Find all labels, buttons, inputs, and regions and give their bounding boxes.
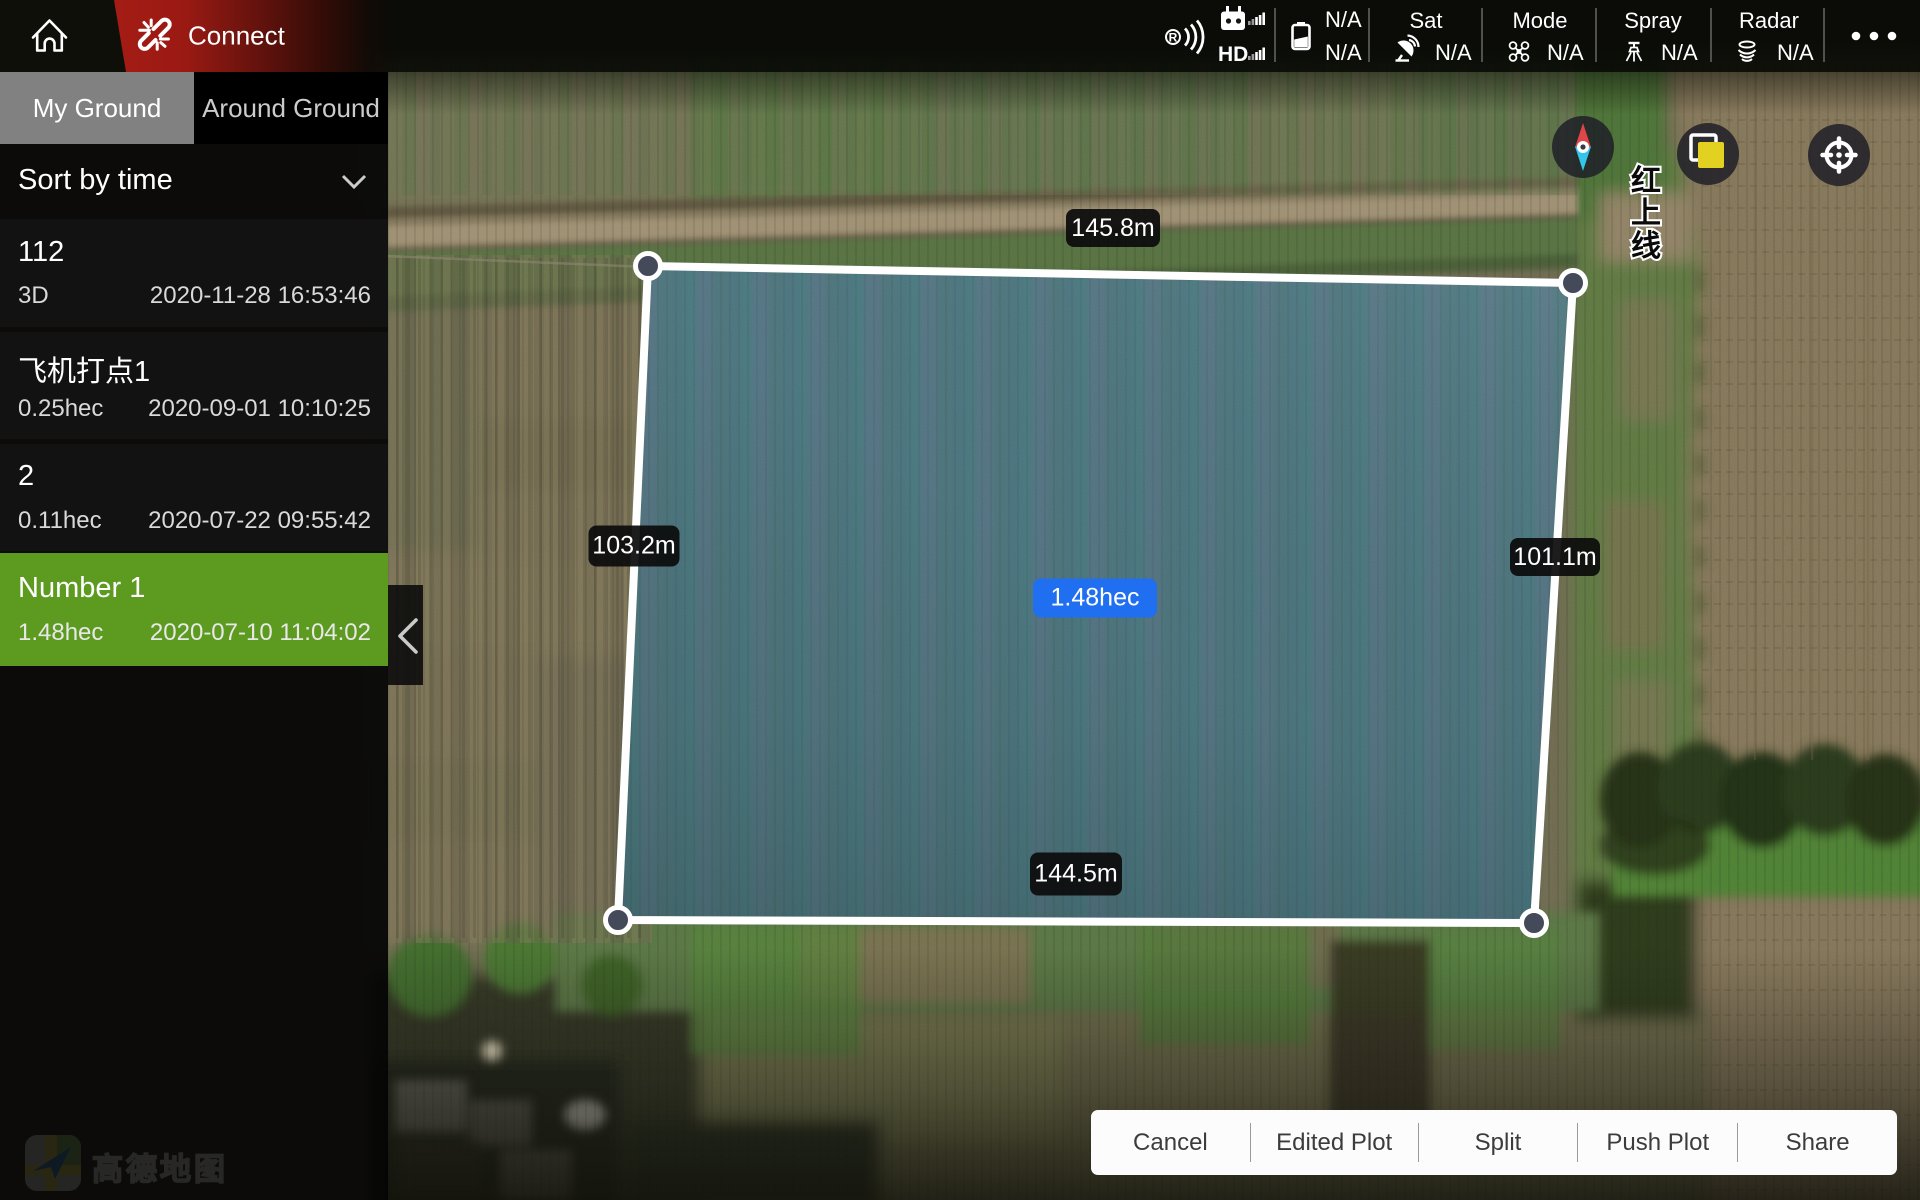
svg-text:N/A: N/A (1325, 40, 1362, 65)
svg-text:N/A: N/A (1325, 7, 1362, 32)
svg-text:Connect: Connect (188, 21, 286, 51)
svg-text:Spray: Spray (1624, 8, 1681, 33)
svg-text:线: 线 (1631, 230, 1661, 263)
svg-text:Sat: Sat (1409, 8, 1442, 33)
svg-text:N/A: N/A (1435, 40, 1472, 65)
svg-text:Radar: Radar (1739, 8, 1799, 33)
svg-text:红: 红 (1631, 165, 1661, 198)
svg-text:上: 上 (1631, 197, 1661, 230)
svg-text:N/A: N/A (1547, 40, 1584, 65)
svg-text:N/A: N/A (1777, 40, 1814, 65)
svg-text:R: R (1169, 31, 1178, 45)
svg-text:HD: HD (1218, 43, 1248, 66)
svg-text:Mode: Mode (1512, 8, 1567, 33)
svg-text:N/A: N/A (1661, 40, 1698, 65)
